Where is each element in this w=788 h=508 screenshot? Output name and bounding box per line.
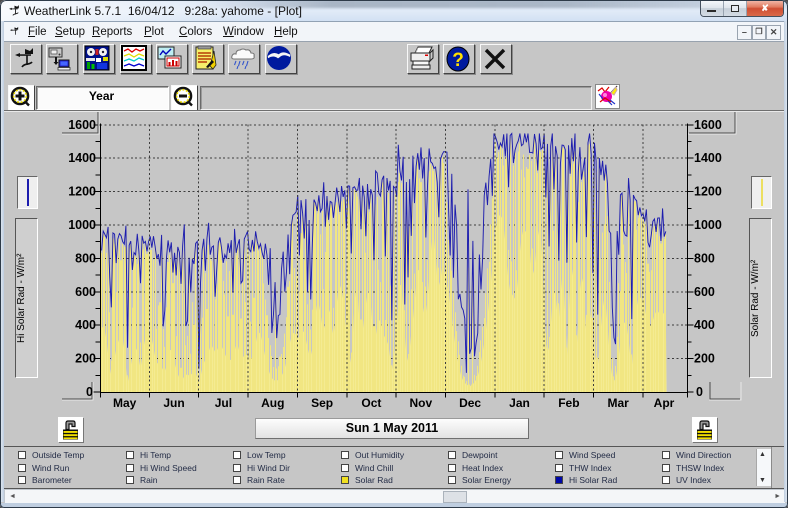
svg-text:200: 200: [694, 352, 715, 366]
svg-text:1600: 1600: [694, 118, 722, 132]
svg-text:Dec: Dec: [459, 396, 481, 410]
svg-text:May: May: [113, 396, 137, 410]
svg-text:1600: 1600: [68, 118, 96, 132]
svg-text:600: 600: [75, 285, 96, 299]
svg-text:200: 200: [75, 352, 96, 366]
svg-text:Nov: Nov: [409, 396, 432, 410]
svg-text:Oct: Oct: [361, 396, 381, 410]
svg-text:Sep: Sep: [311, 396, 333, 410]
svg-text:Jan: Jan: [509, 396, 530, 410]
svg-text:1200: 1200: [68, 185, 96, 199]
svg-text:1400: 1400: [68, 151, 96, 165]
svg-text:Feb: Feb: [558, 396, 579, 410]
svg-text:600: 600: [694, 285, 715, 299]
svg-text:400: 400: [694, 318, 715, 332]
svg-text:Jun: Jun: [163, 396, 184, 410]
svg-text:800: 800: [75, 251, 96, 265]
svg-text:Aug: Aug: [261, 396, 284, 410]
svg-text:Apr: Apr: [654, 396, 675, 410]
svg-text:Mar: Mar: [608, 396, 630, 410]
svg-text:?: ?: [452, 50, 464, 71]
svg-text:Jul: Jul: [215, 396, 232, 410]
svg-text:0: 0: [86, 385, 93, 399]
svg-text:1000: 1000: [694, 218, 722, 232]
svg-text:800: 800: [694, 251, 715, 265]
svg-text:1000: 1000: [68, 218, 96, 232]
svg-text:400: 400: [75, 318, 96, 332]
svg-text:1400: 1400: [694, 151, 722, 165]
svg-text:0: 0: [696, 385, 703, 399]
svg-text:1200: 1200: [694, 185, 722, 199]
